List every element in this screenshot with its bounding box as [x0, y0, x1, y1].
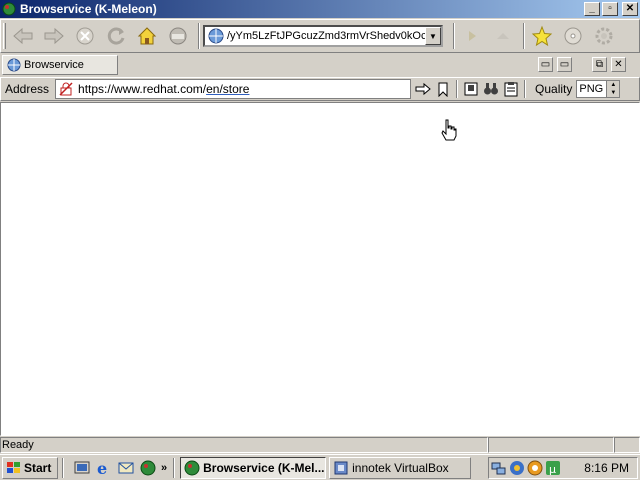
clipboard-button[interactable]	[501, 79, 521, 99]
status-bar: Ready	[0, 437, 640, 453]
print-button[interactable]	[164, 22, 192, 50]
binoculars-icon	[484, 83, 499, 95]
system-tray: µ 8:16 PM	[488, 457, 638, 479]
taskbar: Start e » Browservice (K-Mel... innotek …	[0, 454, 640, 480]
history-button[interactable]	[559, 22, 587, 50]
clipboard-icon	[504, 82, 518, 97]
quality-value: PNG	[579, 83, 604, 95]
gear-icon	[595, 27, 613, 45]
address-label: Address	[5, 82, 50, 96]
address-input[interactable]: https://www.redhat.com/en/store	[55, 79, 412, 99]
kmeleon-icon[interactable]	[139, 459, 157, 477]
bookmark-icon	[438, 82, 448, 97]
up-icon	[497, 33, 509, 39]
taskbar-button-label: Browservice (K-Mel...	[203, 460, 325, 475]
kmeleon-icon	[2, 2, 16, 16]
virtualbox-icon	[334, 461, 348, 474]
status-text: Ready	[0, 437, 488, 453]
close-tab-button[interactable]: ✕	[611, 57, 626, 72]
bittorrent-icon[interactable]	[527, 460, 543, 476]
reload-button[interactable]	[102, 22, 130, 50]
ie-icon[interactable]: e	[95, 459, 113, 477]
home-button[interactable]	[133, 22, 161, 50]
maximize-button[interactable]: ▫	[602, 2, 618, 16]
print-icon	[169, 27, 187, 45]
url-combo[interactable]: /yYm5LzFtJPGcuzZmd3rmVrShedv0kOcq/ ▼	[203, 25, 443, 47]
quality-label: Quality	[535, 82, 573, 96]
utorrent-icon[interactable]: µ	[545, 460, 561, 476]
start-button[interactable]: Start	[2, 456, 58, 479]
tab-next-button[interactable]: ▭	[557, 57, 572, 72]
svg-text:µ: µ	[549, 463, 556, 476]
start-label: Start	[24, 460, 52, 475]
clock[interactable]: 8:16 PM	[584, 461, 629, 475]
virtualbox-icon[interactable]	[509, 460, 525, 476]
taskbar-button-label: innotek VirtualBox	[352, 460, 449, 475]
settings-button[interactable]	[590, 22, 618, 50]
go-address-button[interactable]	[413, 79, 433, 99]
insecure-lock-icon	[59, 82, 73, 96]
home-icon	[137, 27, 157, 45]
taskbar-button-virtualbox[interactable]: innotek VirtualBox	[329, 456, 472, 479]
resize-grip[interactable]	[614, 437, 640, 453]
network-icon[interactable]	[491, 460, 507, 476]
minimize-button[interactable]: _	[584, 2, 600, 16]
outlook-icon[interactable]	[117, 459, 135, 477]
bookmark-star-icon	[531, 25, 553, 47]
bookmark-page-button[interactable]	[433, 79, 453, 99]
back-icon	[13, 27, 33, 45]
show-desktop-icon[interactable]	[73, 459, 91, 477]
stop-button[interactable]	[71, 22, 99, 50]
page-bookmarks-button[interactable]	[461, 79, 481, 99]
book-icon	[464, 82, 478, 96]
quality-stepper[interactable]: ▲ ▼	[606, 81, 620, 97]
svg-text:e: e	[97, 459, 107, 477]
tab-label: Browservice	[24, 59, 84, 71]
tab-browservice[interactable]: Browservice	[2, 55, 118, 75]
url-combo-value: /yYm5LzFtJPGcuzZmd3rmVrShedv0kOcq/	[227, 30, 425, 42]
up-button[interactable]	[489, 22, 517, 50]
hand-cursor-icon	[441, 119, 457, 141]
cd-icon	[564, 27, 582, 45]
browser-viewport[interactable]	[0, 102, 640, 436]
window-title: Browservice (K-Meleon)	[20, 2, 157, 16]
new-tab-button[interactable]: ⧉	[592, 57, 607, 72]
tab-bar: Browservice ▭ ▭ ⧉ ✕	[0, 54, 640, 76]
kmeleon-icon	[184, 460, 200, 475]
globe-icon	[7, 58, 21, 72]
quick-launch-more-icon[interactable]: »	[161, 462, 167, 474]
forward-button[interactable]	[40, 22, 68, 50]
stop-icon	[76, 27, 94, 45]
progress-segment	[488, 437, 614, 453]
taskbar-button-browservice[interactable]: Browservice (K-Mel...	[180, 456, 327, 479]
windows-logo-icon	[7, 461, 20, 473]
address-bar: Address https://www.redhat.com/en/store …	[0, 77, 640, 101]
address-value: https://www.redhat.com/en/store	[78, 82, 250, 96]
url-dropdown-button[interactable]: ▼	[425, 27, 441, 45]
go-arrow-icon	[415, 82, 431, 96]
quality-select[interactable]: PNG ▲ ▼	[576, 80, 621, 98]
globe-icon	[208, 28, 224, 44]
go-button[interactable]	[458, 22, 486, 50]
title-bar[interactable]: Browservice (K-Meleon) _ ▫ ✕	[0, 0, 640, 18]
toolbar-grip[interactable]	[3, 23, 6, 49]
find-button[interactable]	[481, 79, 501, 99]
bookmarks-button[interactable]	[528, 22, 556, 50]
navigation-toolbar: /yYm5LzFtJPGcuzZmd3rmVrShedv0kOcq/ ▼	[0, 19, 640, 53]
back-button[interactable]	[9, 22, 37, 50]
forward-icon	[44, 27, 64, 45]
reload-icon	[107, 27, 125, 45]
go-icon	[469, 31, 476, 41]
close-button[interactable]: ✕	[622, 2, 638, 16]
tab-prev-button[interactable]: ▭	[538, 57, 553, 72]
